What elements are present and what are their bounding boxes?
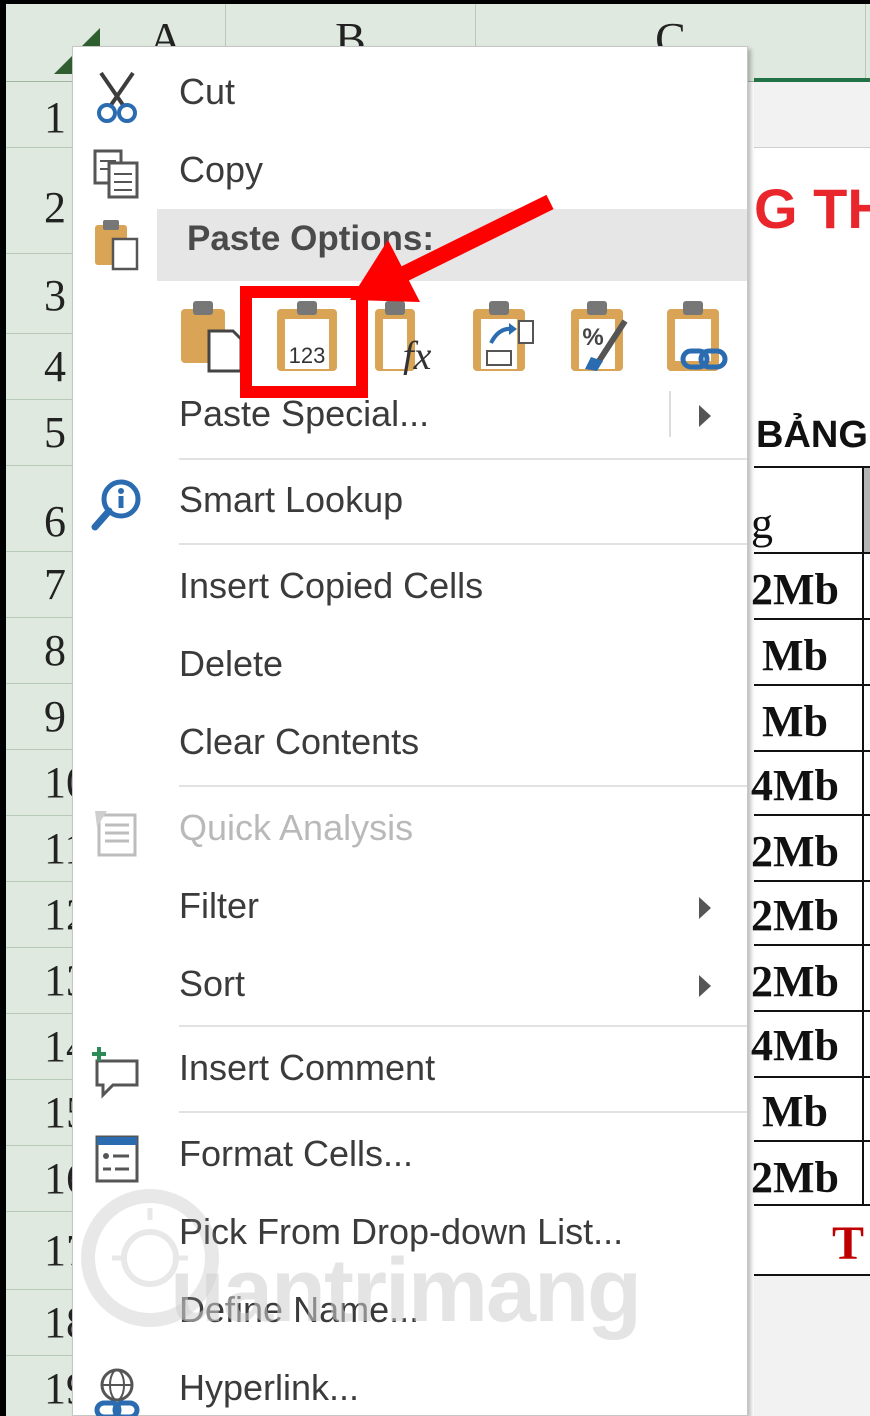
menu-item-label: Copy: [179, 149, 264, 190]
table-cell: 2Mb: [751, 891, 839, 940]
grid-line: [754, 880, 870, 882]
paste-icon[interactable]: [177, 291, 247, 375]
paste-formatting-icon[interactable]: %: [567, 291, 637, 375]
row-header[interactable]: 3: [6, 254, 76, 334]
row-header[interactable]: 1: [6, 82, 76, 148]
row-header-bar: 1 2 3 4 5 6 7 8 9 10 11 12 13 14 15 16 1…: [6, 82, 76, 1416]
annotation-arrow-icon: [350, 194, 554, 302]
paste-formulas-badge: fx: [403, 333, 432, 375]
watermark-text: uantrimang: [170, 1241, 642, 1341]
menu-separator: [179, 458, 747, 460]
grid-line: [754, 750, 870, 752]
menu-separator: [179, 1111, 747, 1113]
smart-lookup-icon: [91, 479, 141, 531]
row-header[interactable]: 19: [6, 1356, 76, 1416]
menu-item-delete[interactable]: Delete: [73, 631, 747, 701]
menu-separator: [179, 785, 747, 787]
row-header[interactable]: 15: [6, 1080, 76, 1146]
menu-item-hyperlink[interactable]: Hyperlink...: [73, 1355, 747, 1416]
submenu-arrow-icon: [699, 975, 711, 997]
table-cell: Mb: [762, 1087, 828, 1136]
grid-line: [754, 944, 870, 946]
selection-bar: [754, 78, 870, 82]
menu-item-label: Clear Contents: [179, 721, 420, 762]
table-cell: 2Mb: [751, 565, 839, 614]
menu-item-sort[interactable]: Sort: [73, 951, 747, 1021]
row-header[interactable]: 2: [6, 148, 76, 254]
row-header[interactable]: 17: [6, 1212, 76, 1290]
row-header[interactable]: 16: [6, 1146, 76, 1212]
menu-item-label: Sort: [179, 963, 246, 1004]
menu-separator: [179, 1025, 747, 1027]
menu-item-insert-copied-cells[interactable]: Insert Copied Cells: [73, 553, 747, 623]
table-cell: g: [751, 499, 773, 548]
scissors-icon: [97, 71, 137, 123]
row-header[interactable]: 6: [6, 466, 76, 552]
table-header-fragment: BẢNG: [756, 414, 868, 456]
total-cell-fragment: T: [832, 1217, 865, 1270]
submenu-arrow-icon: [699, 405, 711, 427]
grid-line: [754, 552, 870, 554]
grid-line: [754, 684, 870, 686]
cell-region: [754, 82, 870, 148]
grid-line: [754, 1076, 870, 1078]
grid-line: [754, 618, 870, 620]
submenu-divider: [669, 391, 671, 437]
table-cell: 4Mb: [751, 761, 839, 810]
menu-item-label: Smart Lookup: [179, 479, 404, 520]
grid-line: [754, 814, 870, 816]
row-header[interactable]: 18: [6, 1290, 76, 1356]
grid-line: [754, 1010, 870, 1012]
table-cell: 4Mb: [751, 1021, 839, 1070]
row-header[interactable]: 9: [6, 684, 76, 750]
menu-item-label: Cut: [179, 71, 236, 112]
row-header[interactable]: 5: [6, 400, 76, 466]
row-header[interactable]: 13: [6, 948, 76, 1014]
table-cell: Mb: [762, 697, 828, 746]
insert-comment-icon: [92, 1047, 139, 1099]
title-cell-fragment: G TH: [754, 177, 870, 240]
row-header[interactable]: 8: [6, 618, 76, 684]
menu-separator: [179, 543, 747, 545]
row-header[interactable]: 12: [6, 882, 76, 948]
row-header[interactable]: 10: [6, 750, 76, 816]
grid-line: [754, 466, 870, 468]
menu-item-cut[interactable]: Cut: [73, 59, 747, 129]
menu-item-quick-analysis: Quick Analysis: [73, 795, 747, 865]
menu-item-label: Hyperlink...: [179, 1367, 360, 1408]
paste-formatting-badge: %: [582, 324, 603, 351]
table-cell: 2Mb: [751, 827, 839, 876]
table-cell: Mb: [762, 631, 828, 680]
menu-item-clear-contents[interactable]: Clear Contents: [73, 709, 747, 779]
menu-item-label: Filter: [179, 885, 259, 926]
grid-line: [754, 1140, 870, 1142]
menu-item-label: Insert Copied Cells: [179, 565, 484, 606]
copy-icon: [93, 149, 139, 199]
menu-item-label: Paste Special...: [179, 393, 430, 434]
header-cell-shade: [864, 468, 870, 552]
submenu-arrow-icon: [699, 897, 711, 919]
paste-link-icon[interactable]: [663, 291, 733, 375]
hyperlink-icon: [94, 1368, 140, 1416]
row-header[interactable]: 11: [6, 816, 76, 882]
quick-analysis-icon: [95, 811, 137, 857]
menu-item-smart-lookup[interactable]: Smart Lookup: [73, 467, 747, 537]
menu-item-label: Insert Comment: [179, 1047, 436, 1088]
row-header[interactable]: 7: [6, 552, 76, 618]
table-cell: 2Mb: [751, 957, 839, 1006]
menu-item-label: Quick Analysis: [179, 807, 414, 848]
menu-item-insert-comment[interactable]: Insert Comment: [73, 1035, 747, 1105]
menu-item-label: Format Cells...: [179, 1133, 414, 1174]
menu-item-paste-special[interactable]: Paste Special...: [73, 381, 747, 451]
row-header[interactable]: 4: [6, 334, 76, 400]
row-header[interactable]: 14: [6, 1014, 76, 1080]
menu-item-filter[interactable]: Filter: [73, 873, 747, 943]
grid-line: [862, 466, 864, 1204]
clipboard-icon: [95, 220, 139, 271]
menu-item-label: Delete: [179, 643, 284, 684]
